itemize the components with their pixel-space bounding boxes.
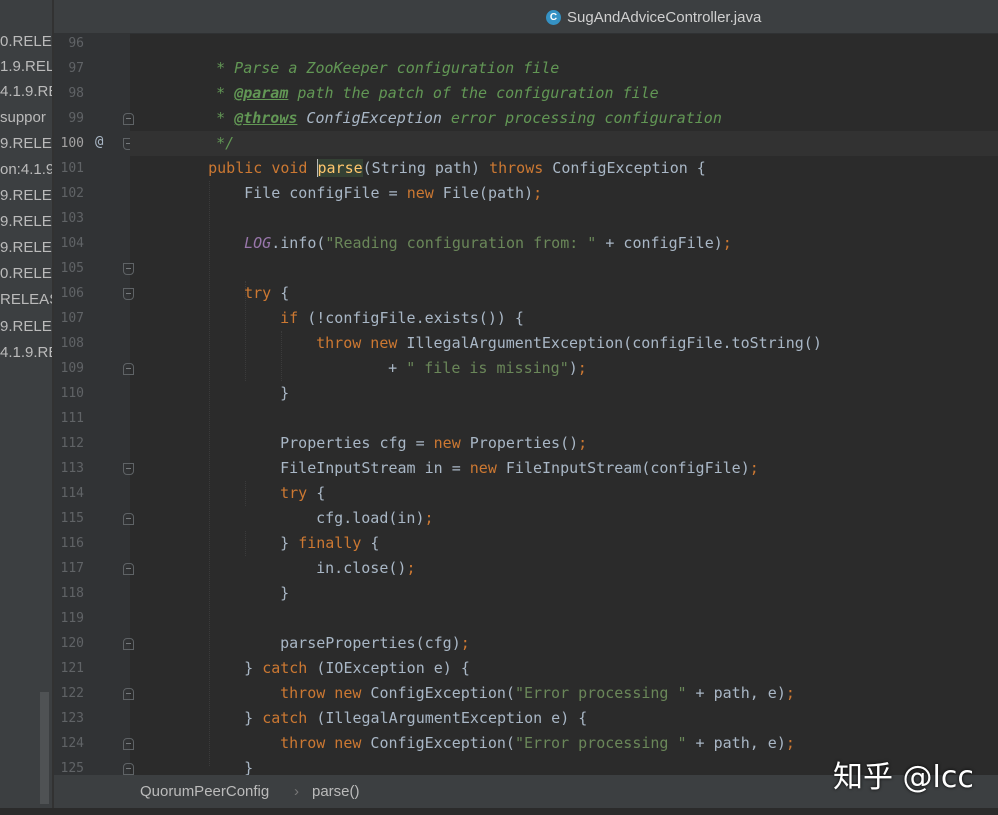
line-number[interactable]: 119 (54, 606, 84, 631)
code-line-115: } finally { (280, 534, 380, 552)
breadcrumb-class[interactable]: QuorumPeerConfig (140, 783, 269, 800)
code-line-113: try { (280, 484, 326, 502)
line-number[interactable]: 102 (54, 181, 84, 206)
bottom-edge (0, 808, 998, 815)
code-line-108: + " file is missing"); (388, 359, 587, 377)
editor-tab-bar: C SugAndAdviceController.java (54, 0, 998, 34)
line-number[interactable]: 108 (54, 331, 84, 356)
code-line-123: throw new ConfigException("Error process… (280, 734, 795, 752)
sidebar-item[interactable]: 4.1.9.RE (0, 80, 52, 104)
line-number[interactable]: 114 (54, 481, 84, 506)
code-line-105: try { (244, 284, 290, 302)
code-line-98: * @throws ConfigException error processi… (216, 109, 722, 127)
code-line-119: parseProperties(cfg); (280, 634, 470, 652)
line-number[interactable]: 111 (54, 406, 84, 431)
line-number[interactable]: 115 (54, 506, 84, 531)
line-number[interactable]: 104 (54, 231, 84, 256)
sidebar-item[interactable]: 9.RELEA (0, 315, 52, 339)
project-sidebar: 0.RELEA1.9.RELE4.1.9.REsuppor9.RELEAon:4… (0, 0, 52, 815)
sidebar-item[interactable]: 1.9.RELE (0, 55, 52, 79)
code-line-97: * @param path the patch of the configura… (216, 84, 659, 102)
code-line-100: public void parse(String path) throws Co… (208, 159, 706, 177)
line-number[interactable]: 107 (54, 306, 84, 331)
breadcrumb-separator-icon: › (294, 783, 299, 800)
code-line-124: } (244, 759, 254, 775)
code-line-96: * Parse a ZooKeeper configuration file (216, 59, 560, 77)
sidebar-item[interactable]: RELEASE (0, 288, 52, 312)
sidebar-item[interactable]: 9.RELEA (0, 210, 52, 234)
code-line-120: } catch (IOException e) { (244, 659, 470, 677)
sidebar-item[interactable]: 9.RELEA (0, 184, 52, 208)
line-number[interactable]: 96 (54, 31, 84, 56)
sidebar-scrollbar[interactable] (40, 692, 49, 804)
code-editor[interactable]: * Parse a ZooKeeper configuration file *… (130, 33, 998, 775)
line-number[interactable]: 116 (54, 531, 84, 556)
code-line-109: } (280, 384, 290, 402)
code-line-99: */ (216, 134, 235, 152)
code-line-121: throw new ConfigException("Error process… (280, 684, 795, 702)
line-number[interactable]: 103 (54, 206, 84, 231)
sidebar-item[interactable]: 0.RELEA (0, 262, 52, 286)
line-number[interactable]: 118 (54, 581, 84, 606)
line-number[interactable]: 112 (54, 431, 84, 456)
line-number[interactable]: 97 (54, 56, 84, 81)
override-method-icon[interactable]: @ (95, 134, 103, 150)
line-number[interactable]: 122 (54, 681, 84, 706)
sidebar-item[interactable]: on:4.1.9 (0, 158, 52, 182)
line-number[interactable]: 121 (54, 656, 84, 681)
tab-label: SugAndAdviceController.java (567, 8, 762, 26)
line-number[interactable]: 105 (54, 256, 84, 281)
line-number[interactable]: 99 (54, 106, 84, 131)
breadcrumb-method[interactable]: parse() (312, 783, 360, 800)
line-number[interactable]: 101 (54, 156, 84, 181)
code-line-122: } catch (IllegalArgumentException e) { (244, 709, 588, 727)
line-number[interactable]: 117 (54, 556, 84, 581)
code-line-106: if (!configFile.exists()) { (280, 309, 524, 327)
line-number[interactable]: 98 (54, 81, 84, 106)
sidebar-item[interactable]: 0.RELEA (0, 30, 52, 54)
code-line-112: FileInputStream in = new FileInputStream… (280, 459, 759, 477)
code-line-117: } (280, 584, 290, 602)
code-line-125: } (172, 756, 217, 775)
line-number[interactable]: 109 (54, 356, 84, 381)
line-number[interactable]: 110 (54, 381, 84, 406)
code-line-107: throw new IllegalArgumentException(confi… (316, 334, 822, 352)
code-line-101: File configFile = new File(path); (244, 184, 543, 202)
tab-sugandadvicecontroller[interactable]: C SugAndAdviceController.java (546, 6, 761, 28)
line-number[interactable]: 124 (54, 731, 84, 756)
code-line-111: Properties cfg = new Properties(); (280, 434, 588, 452)
line-number[interactable]: 100 (54, 131, 84, 156)
sidebar-item[interactable]: 9.RELEA (0, 236, 52, 260)
sidebar-item[interactable]: suppor (0, 106, 52, 130)
line-number[interactable]: 106 (54, 281, 84, 306)
code-line-103: LOG.info("Reading configuration from: " … (244, 234, 732, 252)
zhihu-watermark: 知乎 @lcc (833, 760, 974, 795)
sidebar-item[interactable]: 9.RELEA (0, 132, 52, 156)
line-number[interactable]: 123 (54, 706, 84, 731)
line-number[interactable]: 120 (54, 631, 84, 656)
sidebar-item[interactable]: 4.1.9.RE (0, 341, 52, 365)
line-number[interactable]: 113 (54, 456, 84, 481)
code-line-116: in.close(); (316, 559, 416, 577)
java-class-icon: C (546, 9, 561, 25)
code-line-114: cfg.load(in); (316, 509, 434, 527)
